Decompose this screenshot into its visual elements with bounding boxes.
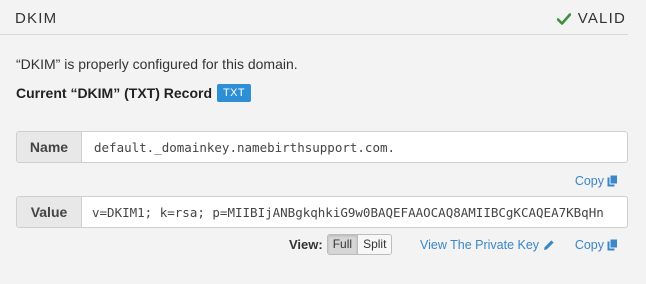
value-field-label: Value xyxy=(17,197,82,227)
status-label: VALID xyxy=(577,10,626,27)
copy-name-label: Copy xyxy=(574,174,604,188)
private-key-label: View The Private Key xyxy=(420,238,540,252)
section-title: DKIM xyxy=(15,10,58,27)
copy-icon xyxy=(607,239,618,251)
view-full-button[interactable]: Full xyxy=(327,235,358,254)
value-field: Value v=DKIM1; k=rsa; p=MIIBIjANBgkqhkiG… xyxy=(16,196,628,228)
view-private-key-link[interactable]: View The Private Key xyxy=(420,238,555,252)
name-field-value[interactable]: default._domainkey.namebirthsupport.com. xyxy=(82,132,627,162)
view-segmented-control: Full Split xyxy=(326,234,393,255)
name-field-label: Name xyxy=(17,132,82,162)
check-icon xyxy=(556,12,571,25)
pencil-icon xyxy=(544,240,554,250)
config-description: “DKIM” is properly configured for this d… xyxy=(16,56,298,72)
name-field: Name default._domainkey.namebirthsupport… xyxy=(16,131,628,163)
view-split-button[interactable]: Split xyxy=(357,235,392,254)
copy-name-button[interactable]: Copy xyxy=(575,174,618,188)
section-header: DKIM VALID xyxy=(0,0,628,35)
record-heading: Current “DKIM” (TXT) Record TXT xyxy=(16,84,251,102)
view-label: View: xyxy=(289,237,323,252)
view-toggle: View: Full Split xyxy=(289,234,393,255)
record-label: Current “DKIM” (TXT) Record xyxy=(16,85,212,101)
copy-value-button[interactable]: Copy xyxy=(575,238,618,252)
status-indicator: VALID xyxy=(556,10,626,27)
copy-value-label: Copy xyxy=(574,238,604,252)
copy-icon xyxy=(607,175,618,187)
record-type-badge: TXT xyxy=(217,84,251,102)
value-field-value[interactable]: v=DKIM1; k=rsa; p=MIIBIjANBgkqhkiG9w0BAQ… xyxy=(82,197,627,227)
